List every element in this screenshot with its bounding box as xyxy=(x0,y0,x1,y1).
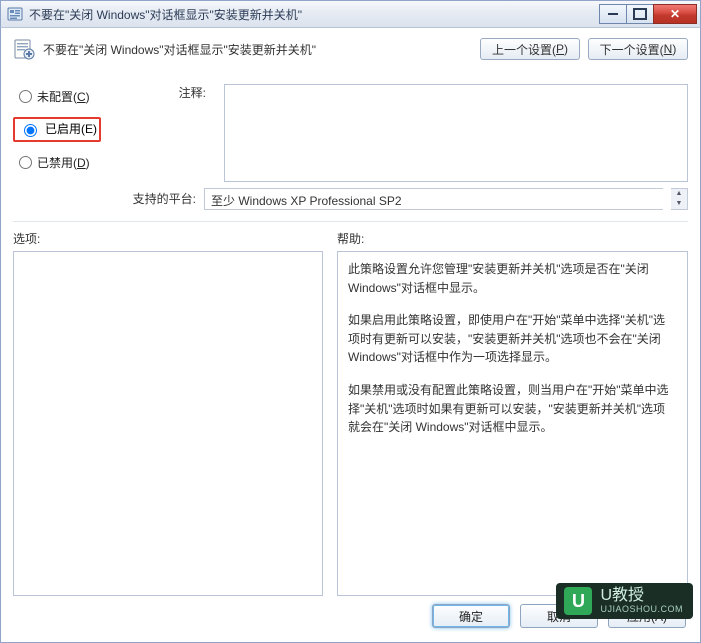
radio-not-configured-label: 未配置(C) xyxy=(37,88,90,105)
config-area: 未配置(C) 已启用(E) 已禁用(D) 注释: xyxy=(13,84,688,182)
next-setting-hotkey: N xyxy=(664,42,673,56)
columns-header: 选项: 帮助: xyxy=(13,230,688,247)
radio-disabled[interactable]: 已禁用(D) xyxy=(19,154,118,171)
radio-disabled-input[interactable] xyxy=(19,156,32,169)
columns: 此策略设置允许您管理"安装更新并关机"选项是否在"关闭 Windows"对话框中… xyxy=(13,251,688,596)
prev-setting-suffix: ) xyxy=(564,42,568,56)
window-title: 不要在"关闭 Windows"对话框显示"安装更新并关机" xyxy=(29,6,600,23)
window-controls xyxy=(600,4,697,24)
help-paragraph-1: 此策略设置允许您管理"安装更新并关机"选项是否在"关闭 Windows"对话框中… xyxy=(348,260,677,297)
ok-button[interactable]: 确定 xyxy=(432,604,510,628)
help-label: 帮助: xyxy=(337,230,688,247)
prev-setting-hotkey: P xyxy=(556,42,564,56)
radio-not-configured[interactable]: 未配置(C) xyxy=(19,88,118,105)
policy-title: 不要在"关闭 Windows"对话框显示"安装更新并关机" xyxy=(43,41,472,58)
client-area: 不要在"关闭 Windows"对话框显示"安装更新并关机" 上一个设置(P) 下… xyxy=(0,28,701,643)
chevron-up-icon[interactable]: ▲ xyxy=(671,189,687,199)
comment-label: 注释: xyxy=(179,84,206,101)
comment-field[interactable] xyxy=(224,84,688,182)
maximize-button[interactable] xyxy=(626,4,654,24)
minimize-button[interactable] xyxy=(599,4,627,24)
prev-setting-label: 上一个设置( xyxy=(492,41,556,58)
platform-label: 支持的平台: xyxy=(126,190,196,207)
watermark: U U教授 UJIAOSHOU.COM xyxy=(556,583,693,619)
close-button[interactable] xyxy=(653,4,697,24)
supported-platform-field: 至少 Windows XP Professional SP2 xyxy=(204,188,663,210)
next-setting-label: 下一个设置( xyxy=(600,41,664,58)
title-bar: 不要在"关闭 Windows"对话框显示"安装更新并关机" xyxy=(0,0,701,28)
chevron-down-icon[interactable]: ▼ xyxy=(671,199,687,209)
policy-sheet-icon xyxy=(13,38,35,60)
next-setting-suffix: ) xyxy=(672,42,676,56)
watermark-badge-icon: U xyxy=(564,587,592,615)
platform-scrollbar[interactable]: ▲ ▼ xyxy=(671,188,688,210)
prev-setting-button[interactable]: 上一个设置(P) xyxy=(480,38,580,60)
watermark-url: UJIAOSHOU.COM xyxy=(600,605,683,614)
help-box: 此策略设置允许您管理"安装更新并关机"选项是否在"关闭 Windows"对话框中… xyxy=(337,251,688,596)
platform-row: 支持的平台: 至少 Windows XP Professional SP2 ▲ … xyxy=(13,186,688,211)
header-row: 不要在"关闭 Windows"对话框显示"安装更新并关机" 上一个设置(P) 下… xyxy=(13,38,688,60)
watermark-brand: U教授 xyxy=(600,588,683,605)
options-box xyxy=(13,251,323,596)
help-paragraph-3: 如果禁用或没有配置此策略设置，则当用户在"开始"菜单中选择"关机"选项时如果有更… xyxy=(348,381,677,437)
radio-not-configured-input[interactable] xyxy=(19,90,32,103)
mid-label-column: 注释: xyxy=(136,84,206,182)
help-paragraph-2: 如果启用此策略设置，即使用户在"开始"菜单中选择"关机"选项时有更新可以安装，"… xyxy=(348,311,677,367)
radio-disabled-label: 已禁用(D) xyxy=(37,154,90,171)
radio-enabled-label: 已启用(E) xyxy=(45,120,97,137)
next-setting-button[interactable]: 下一个设置(N) xyxy=(588,38,688,60)
state-radio-group: 未配置(C) 已启用(E) 已禁用(D) xyxy=(13,84,118,182)
highlight-enabled: 已启用(E) xyxy=(13,117,101,142)
divider xyxy=(13,221,688,222)
settings-icon xyxy=(7,6,23,22)
radio-enabled-input[interactable] xyxy=(24,124,37,137)
options-label: 选项: xyxy=(13,230,323,247)
